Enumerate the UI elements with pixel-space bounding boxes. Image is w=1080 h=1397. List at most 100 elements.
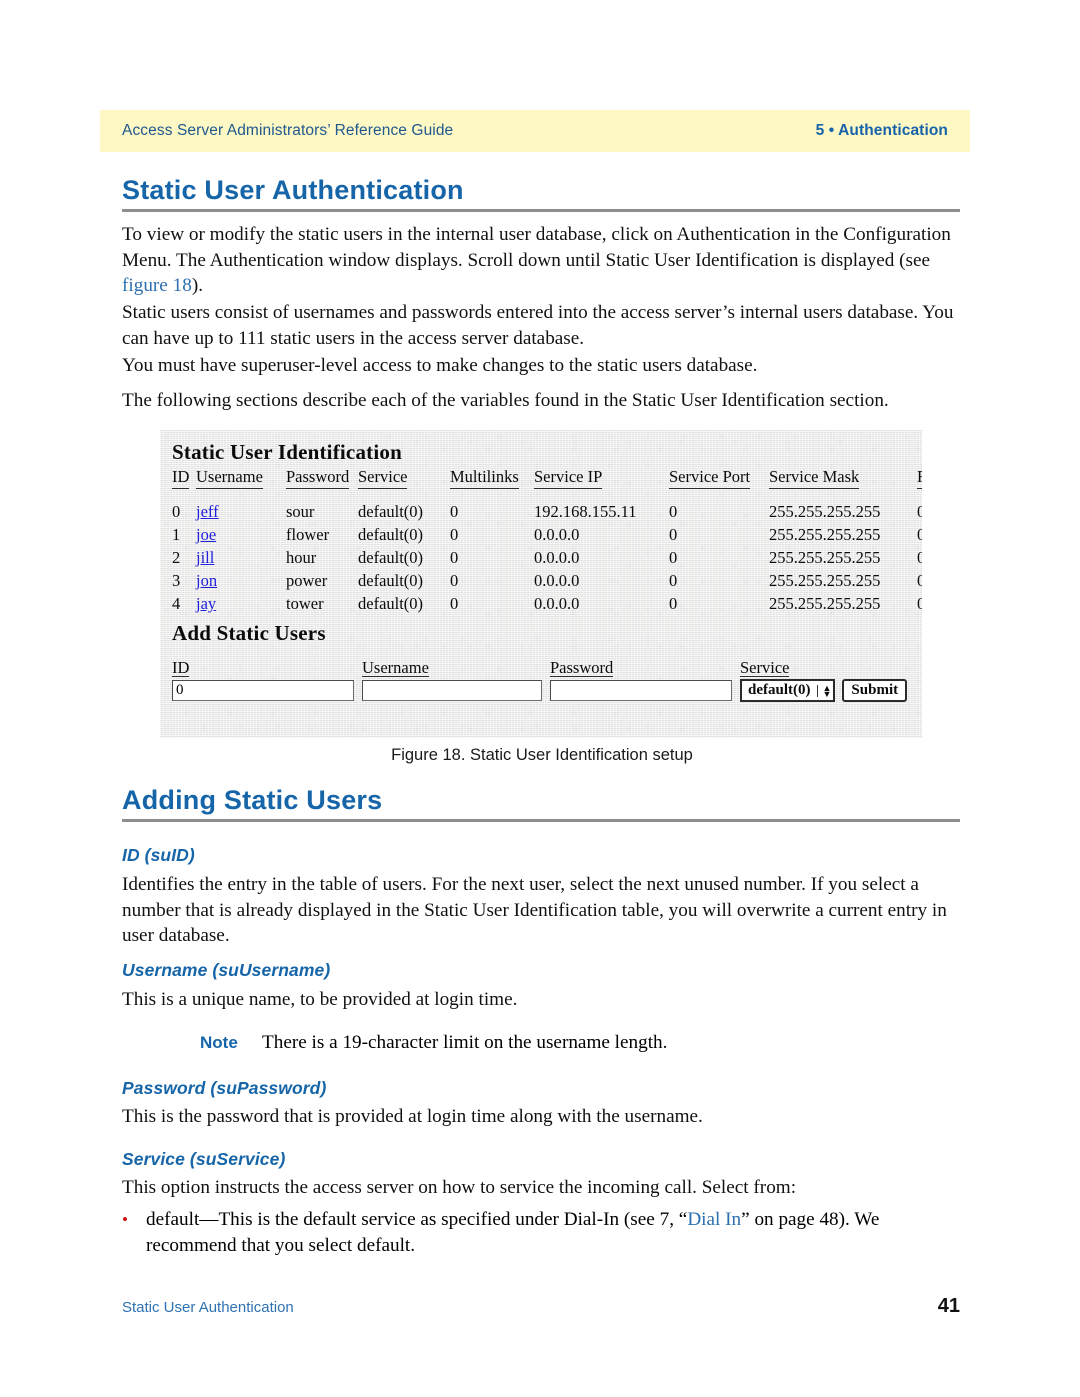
cell-id: 4 xyxy=(172,594,181,613)
body-service-suservice: This option instructs the access server … xyxy=(122,1177,797,1198)
cell-password: flower xyxy=(286,525,330,544)
body-username-susername: This is a unique name, to be provided at… xyxy=(122,989,518,1010)
adding-static-users-title-block: Adding Static Users xyxy=(122,785,960,823)
column-header-service-mask: Service Mask xyxy=(769,467,917,490)
cell-username[interactable]: jon xyxy=(196,569,286,592)
username-link[interactable]: jay xyxy=(196,594,216,613)
column-header-multilinks: Multilinks xyxy=(450,467,534,490)
cell-password: tower xyxy=(286,594,324,613)
cell-service-ip: 192.168.155.11 xyxy=(534,502,637,521)
cell-service: default(0) xyxy=(358,571,424,590)
note-block: Note There is a 19-character limit on the… xyxy=(200,1030,960,1056)
cell-service-ip: 0.0.0.0 xyxy=(534,594,580,613)
bullet-text: default—This is the default service as s… xyxy=(146,1207,962,1258)
cell-multilinks: 0 xyxy=(450,594,459,613)
cell-service: default(0) xyxy=(358,548,424,567)
username-link[interactable]: jon xyxy=(196,571,217,590)
footer-section-name: Static User Authentication xyxy=(122,1299,294,1316)
form-label-username: Username xyxy=(362,658,429,678)
cell-service-ip: 0.0.0.0 xyxy=(534,525,580,544)
table-header-row: ID Username Password Service Multilinks … xyxy=(172,467,922,490)
note-label: Note xyxy=(200,1033,238,1052)
service-option-bullet: • default—This is the default service as… xyxy=(122,1207,962,1258)
service-select[interactable]: default(0) ▲ ▼ xyxy=(740,679,836,702)
cell-multilinks: 0 xyxy=(450,571,459,590)
table-row: 1 joe flower default(0) 0 0.0.0.0 0 255.… xyxy=(172,523,922,546)
heading-username-susername: Username (suUsername) xyxy=(122,960,331,980)
cell-username[interactable]: joe xyxy=(196,523,286,546)
table-row: 3 jon power default(0) 0 0.0.0.0 0 255.2… xyxy=(172,569,922,592)
figure-caption: Figure 18. Static User Identification se… xyxy=(391,746,693,764)
username-link[interactable]: jeff xyxy=(196,502,219,521)
cell-service-port: 0 xyxy=(669,594,678,613)
header-chapter-title: 5 • Authentication xyxy=(815,122,948,139)
dial-in-link[interactable]: Dial In xyxy=(687,1209,741,1230)
column-header-service-port: Service Port xyxy=(669,467,769,490)
cell-service-port: 0 xyxy=(669,525,678,544)
figure-cross-reference-link[interactable]: figure 18 xyxy=(122,275,192,296)
table-row: 2 jill hour default(0) 0 0.0.0.0 0 255.2… xyxy=(172,546,922,569)
form-label-id: ID xyxy=(172,658,190,678)
title-rule xyxy=(122,209,960,213)
service-select-value: default(0) xyxy=(748,682,811,698)
cell-multilinks: 0 xyxy=(450,548,459,567)
cell-service: default(0) xyxy=(358,525,424,544)
superuser-paragraph: You must have superuser-level access to … xyxy=(122,355,758,376)
cell-service-port: 0 xyxy=(669,548,678,567)
cell-service-mask: 255.255.255.255 xyxy=(769,548,881,567)
page-title-block: Static User Authentication xyxy=(122,175,960,213)
intro-paragraph-text-b: ). xyxy=(191,275,203,296)
cell-username[interactable]: jeff xyxy=(196,500,286,523)
cell-multilinks: 0 xyxy=(450,525,459,544)
adding-static-users-title: Adding Static Users xyxy=(122,785,383,815)
username-link[interactable]: jill xyxy=(196,548,214,567)
cell-service-mask: 255.255.255.255 xyxy=(769,594,881,613)
header-guide-title: Access Server Administrators’ Reference … xyxy=(122,122,454,139)
sections-overview-paragraph: The following sections describe each of … xyxy=(122,390,889,411)
cell-multilinks: 0 xyxy=(450,502,459,521)
submit-button[interactable]: Submit xyxy=(842,679,908,702)
note-text: There is a 19-character limit on the use… xyxy=(262,1032,668,1053)
username-link[interactable]: joe xyxy=(196,525,216,544)
table-header-spacer xyxy=(172,490,917,500)
body-id-suid: Identifies the entry in the table of use… xyxy=(122,874,947,946)
add-static-users-form: ID Username Password Service 0 default(0… xyxy=(172,658,917,702)
intro-paragraph-text-a: To view or modify the static users in th… xyxy=(122,224,951,271)
bullet-text-a: default—This is the default service as s… xyxy=(146,1209,688,1230)
table-row: 0 jeff sour default(0) 0 192.168.155.11 … xyxy=(172,500,922,523)
heading-password-supassword: Password (suPassword) xyxy=(122,1078,327,1098)
cell-id: 3 xyxy=(172,571,181,590)
heading-id-suid: ID (suID) xyxy=(122,845,195,865)
heading-service-suservice: Service (suService) xyxy=(122,1149,286,1169)
cell-service-ip: 0.0.0.0 xyxy=(534,548,580,567)
running-header: Access Server Administrators’ Reference … xyxy=(100,110,970,152)
cell-id: 1 xyxy=(172,525,181,544)
form-label-password: Password xyxy=(550,658,614,678)
cell-service: default(0) xyxy=(358,594,424,613)
username-input[interactable] xyxy=(362,680,542,701)
page-title: Static User Authentication xyxy=(122,175,464,205)
cell-username[interactable]: jill xyxy=(196,546,286,569)
cell-id: 2 xyxy=(172,548,181,567)
cell-id: 0 xyxy=(172,502,181,521)
cell-password: power xyxy=(286,571,328,590)
cell-service-mask: 255.255.255.255 xyxy=(769,525,881,544)
password-input[interactable] xyxy=(550,680,732,701)
cell-username[interactable]: jay xyxy=(196,592,286,615)
id-input[interactable]: 0 xyxy=(172,680,354,701)
cell-password: hour xyxy=(286,548,317,567)
static-user-identification-table: ID Username Password Service Multilinks … xyxy=(172,467,922,615)
bullet-dot-icon: • xyxy=(122,1210,128,1229)
cell-password: sour xyxy=(286,502,315,521)
static-users-paragraph: Static users consist of usernames and pa… xyxy=(122,302,954,349)
column-header-service: Service xyxy=(358,467,450,490)
column-header-service-ip: Service IP xyxy=(534,467,669,490)
cell-service: default(0) xyxy=(358,502,424,521)
chevron-updown-icon: ▲ ▼ xyxy=(816,683,831,698)
table-row: 4 jay tower default(0) 0 0.0.0.0 0 255.2… xyxy=(172,592,922,615)
document-page: Access Server Administrators’ Reference … xyxy=(0,0,1080,1397)
page-footer: Static User Authentication 41 xyxy=(122,1295,960,1318)
footer-page-number: 41 xyxy=(937,1295,960,1317)
table-body: 0 jeff sour default(0) 0 192.168.155.11 … xyxy=(172,500,922,615)
cell-service-port: 0 xyxy=(669,571,678,590)
